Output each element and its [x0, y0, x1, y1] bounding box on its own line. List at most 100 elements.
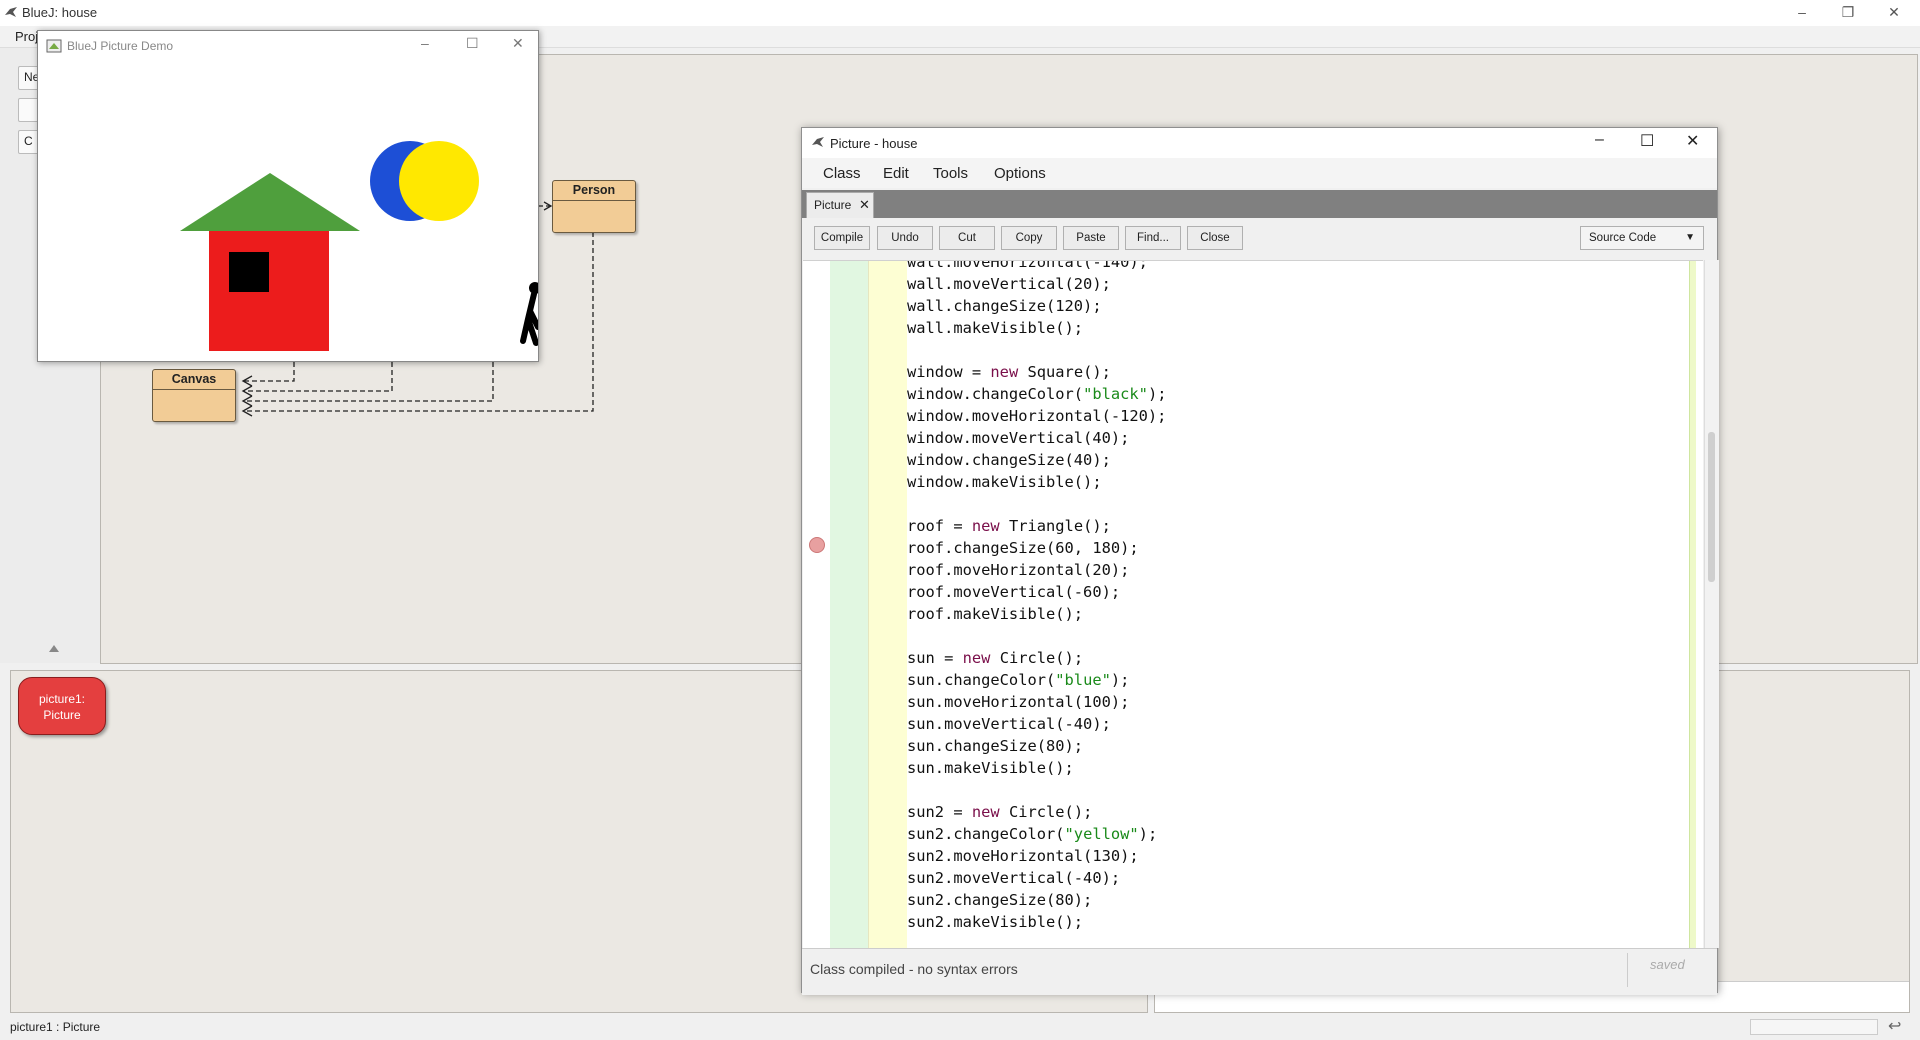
code-text: sun.makeVisible(); — [907, 759, 1074, 777]
code-text: Triangle(); — [999, 517, 1111, 535]
code-line[interactable]: wall.makeVisible(); — [907, 317, 1166, 339]
editor-scrollbar[interactable] — [1704, 260, 1719, 948]
code-line[interactable]: roof.moveHorizontal(20); — [907, 559, 1166, 581]
roof-triangle — [180, 173, 360, 231]
editor-title: Picture - house — [830, 136, 918, 151]
breakpoint-icon[interactable] — [809, 537, 825, 553]
code-line[interactable]: sun.changeSize(80); — [907, 735, 1166, 757]
code-line[interactable]: wall.moveHorizontal(-140); — [907, 260, 1166, 273]
code-text: ); — [1147, 385, 1167, 403]
cut-button[interactable]: Cut — [939, 226, 995, 250]
minimize-button[interactable]: – — [1780, 0, 1824, 26]
editor-toolbar: Compile Undo Cut Copy Paste Find... Clos… — [802, 218, 1717, 260]
code-text: roof = — [907, 517, 972, 535]
editor-minimize-button[interactable]: – — [1595, 131, 1604, 149]
source-code[interactable]: wall.moveHorizontal(-140); wall.moveVerti… — [907, 260, 1166, 933]
person-figure — [520, 282, 538, 346]
code-line[interactable]: sun.moveHorizontal(100); — [907, 691, 1166, 713]
code-line[interactable]: roof = new Triangle(); — [907, 515, 1166, 537]
code-text: roof.moveVertical(-60); — [907, 583, 1121, 601]
find-button[interactable]: Find... — [1125, 226, 1181, 250]
code-line[interactable] — [907, 779, 1166, 801]
code-text: roof.moveHorizontal(20); — [907, 561, 1130, 579]
code-text: window.changeSize(40); — [907, 451, 1111, 469]
code-string: "yellow" — [1064, 825, 1139, 843]
code-line[interactable]: sun.moveVertical(-40); — [907, 713, 1166, 735]
object-picture1[interactable]: picture1: Picture — [18, 677, 106, 735]
code-string: "black" — [1083, 385, 1148, 403]
main-statusbar: picture1 : Picture ↩ — [0, 1013, 1920, 1040]
code-line[interactable]: sun2 = new Circle(); — [907, 801, 1166, 823]
breakpoint-gutter[interactable] — [803, 261, 830, 949]
code-line[interactable]: roof.changeSize(60, 180); — [907, 537, 1166, 559]
reset-vm-icon[interactable]: ↩ — [1888, 1016, 1901, 1036]
code-line[interactable]: roof.moveVertical(-60); — [907, 581, 1166, 603]
object-name: picture1: — [38, 692, 86, 706]
code-string: "blue" — [1055, 671, 1111, 689]
editor-statusbar: Class compiled - no syntax errors saved — [802, 948, 1717, 995]
code-line[interactable]: sun2.moveHorizontal(130); — [907, 845, 1166, 867]
code-line[interactable]: roof.makeVisible(); — [907, 603, 1166, 625]
undo-button[interactable]: Undo — [877, 226, 933, 250]
code-line[interactable]: window.moveVertical(40); — [907, 427, 1166, 449]
view-select[interactable]: Source Code ▼ — [1580, 226, 1704, 250]
code-text: sun.changeColor( — [907, 671, 1056, 689]
code-line[interactable]: sun2.changeColor("yellow"); — [907, 823, 1166, 845]
window-square — [229, 252, 269, 292]
code-line[interactable]: window.changeSize(40); — [907, 449, 1166, 471]
copy-button[interactable]: Copy — [1001, 226, 1057, 250]
menu-options[interactable]: Options — [994, 165, 1046, 182]
code-text: sun.changeSize(80); — [907, 737, 1084, 755]
code-text: ); — [1110, 671, 1130, 689]
code-line[interactable] — [907, 625, 1166, 647]
demo-minimize-button[interactable]: – — [421, 35, 429, 51]
editor-tabstrip: Picture ✕ — [802, 190, 1717, 218]
code-text: window.makeVisible(); — [907, 473, 1102, 491]
code-text: wall.moveVertical(20); — [907, 275, 1111, 293]
code-text: window = — [907, 363, 991, 381]
menu-edit[interactable]: Edit — [883, 165, 909, 182]
code-line[interactable]: window = new Square(); — [907, 361, 1166, 383]
code-line[interactable]: sun2.changeSize(80); — [907, 889, 1166, 911]
code-line[interactable]: sun2.makeVisible(); — [907, 911, 1166, 933]
restore-button[interactable]: ❐ — [1826, 0, 1870, 26]
code-keyword: new — [990, 363, 1019, 381]
menu-tools[interactable]: Tools — [933, 165, 968, 182]
chevron-down-icon: ▼ — [1685, 232, 1695, 243]
demo-maximize-button[interactable]: ☐ — [466, 35, 479, 52]
class-person[interactable]: Person — [552, 180, 636, 233]
code-line[interactable] — [907, 493, 1166, 515]
code-line[interactable]: sun.changeColor("blue"); — [907, 669, 1166, 691]
code-line[interactable]: window.changeColor("black"); — [907, 383, 1166, 405]
close-editor-button[interactable]: Close — [1187, 226, 1243, 250]
editor-maximize-button[interactable]: ☐ — [1640, 131, 1654, 151]
code-text: sun2.changeSize(80); — [907, 891, 1093, 909]
code-line[interactable]: wall.moveVertical(20); — [907, 273, 1166, 295]
code-line[interactable]: sun = new Circle(); — [907, 647, 1166, 669]
code-text: Square(); — [1018, 363, 1111, 381]
method-scope — [868, 261, 907, 949]
code-line[interactable]: sun2.moveVertical(-40); — [907, 867, 1166, 889]
code-line[interactable]: window.moveHorizontal(-120); — [907, 405, 1166, 427]
demo-close-button[interactable]: ✕ — [512, 35, 524, 52]
paste-button[interactable]: Paste — [1063, 226, 1119, 250]
tab-close-icon[interactable]: ✕ — [859, 193, 870, 217]
class-canvas[interactable]: Canvas — [152, 369, 236, 422]
menu-class[interactable]: Class — [823, 165, 861, 182]
editor-window[interactable]: Picture - house – ☐ ✕ Class Edit Tools O… — [801, 127, 1719, 995]
collapse-arrow-icon[interactable] — [48, 643, 60, 653]
code-line[interactable] — [907, 339, 1166, 361]
tab-picture[interactable]: Picture ✕ — [806, 192, 874, 218]
code-line[interactable]: sun.makeVisible(); — [907, 757, 1166, 779]
main-status-text: picture1 : Picture — [10, 1020, 101, 1034]
code-line[interactable]: wall.changeSize(120); — [907, 295, 1166, 317]
code-line[interactable]: window.makeVisible(); — [907, 471, 1166, 493]
compile-button[interactable]: Compile — [814, 226, 870, 250]
code-text: wall.moveHorizontal(-140); — [907, 260, 1148, 271]
menu-project[interactable]: Proj — [15, 29, 38, 44]
close-button[interactable]: ✕ — [1872, 0, 1916, 26]
editor-close-button[interactable]: ✕ — [1686, 131, 1699, 151]
code-area[interactable]: wall.moveHorizontal(-140); wall.moveVerti… — [803, 260, 1703, 949]
picture-demo-window[interactable]: BlueJ Picture Demo – ☐ ✕ — [37, 30, 539, 362]
scrollbar-thumb[interactable] — [1708, 432, 1715, 582]
